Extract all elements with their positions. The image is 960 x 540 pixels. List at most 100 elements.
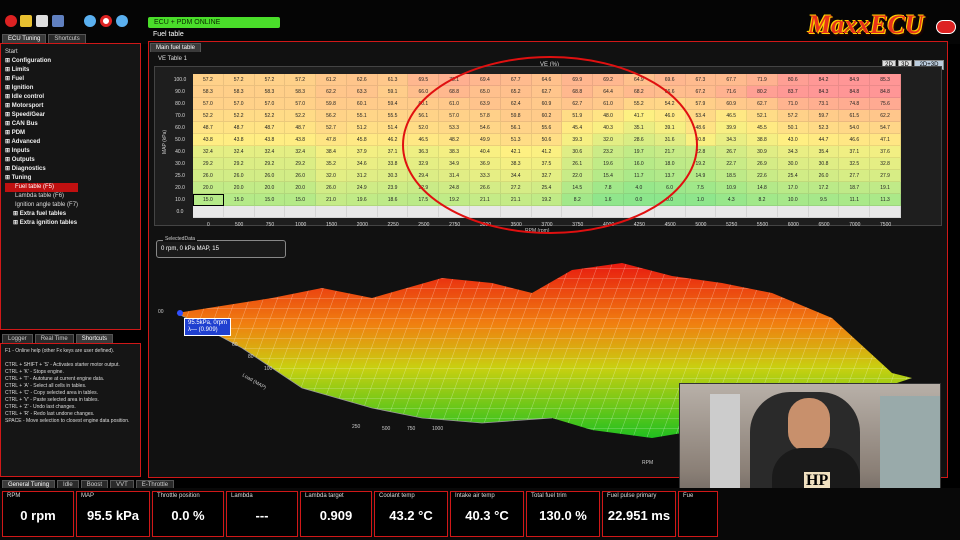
ve-cell[interactable]: 57.0: [254, 98, 286, 110]
ve-cell[interactable]: 61.5: [839, 110, 871, 122]
ve-cell[interactable]: 37.6: [870, 146, 901, 158]
tab-shortcuts[interactable]: Shortcuts: [48, 34, 86, 43]
ve-cell[interactable]: 24.9: [346, 182, 378, 194]
ve-cell[interactable]: 45.8: [346, 134, 378, 146]
ve-cell[interactable]: 62.2: [316, 86, 347, 98]
ve-cell[interactable]: 58.3: [223, 86, 255, 98]
ve-cell[interactable]: 32.4: [193, 146, 224, 158]
ve-cell[interactable]: 48.7: [223, 122, 255, 134]
tab-real-time[interactable]: Real Time: [34, 334, 74, 343]
tree-item[interactable]: Lambda table (F6): [5, 192, 78, 201]
ve-cell[interactable]: 32.4: [254, 146, 286, 158]
ve-cell[interactable]: 62.2: [870, 110, 901, 122]
ve-cell[interactable]: 84.8: [870, 86, 901, 98]
ve-cell[interactable]: 10.9: [716, 182, 748, 194]
ve-cell[interactable]: 54.7: [870, 122, 901, 134]
ve-cell[interactable]: 57.0: [285, 98, 317, 110]
ve-cell[interactable]: [808, 206, 840, 218]
ve-cell[interactable]: 39.9: [716, 122, 748, 134]
tree-item[interactable]: ⊞ Configuration: [5, 57, 78, 66]
ve-cell[interactable]: [777, 206, 809, 218]
tree-item[interactable]: ⊞ Outputs: [5, 156, 78, 165]
ve-cell[interactable]: 27.7: [839, 170, 871, 182]
ve-cell[interactable]: 29.2: [254, 158, 286, 170]
download-icon[interactable]: [116, 15, 128, 27]
ve-cell[interactable]: 80.6: [777, 74, 809, 86]
forward-icon[interactable]: [84, 15, 96, 27]
ve-cell[interactable]: 57.2: [254, 74, 286, 86]
ve-cell[interactable]: 52.1: [747, 110, 778, 122]
ve-cell[interactable]: 52.2: [285, 110, 317, 122]
ve-cell[interactable]: 59.8: [316, 98, 347, 110]
tree-item[interactable]: ⊞ PDM: [5, 129, 78, 138]
ve-cell[interactable]: 57.2: [193, 74, 224, 86]
tree-item[interactable]: Fuel table (F5): [5, 183, 79, 192]
ve-cell[interactable]: 84.2: [808, 74, 840, 86]
tab-ecu-tuning[interactable]: ECU Tuning: [2, 34, 47, 43]
ve-cell[interactable]: 43.8: [193, 134, 224, 146]
ve-cell[interactable]: 43.8: [254, 134, 286, 146]
ve-cell[interactable]: 35.4: [808, 146, 840, 158]
ve-cell[interactable]: 14.8: [747, 182, 778, 194]
ve-cell[interactable]: 37.1: [839, 146, 871, 158]
tree-item[interactable]: Ignition angle table (F7): [5, 201, 78, 210]
settings-icon[interactable]: [52, 15, 64, 27]
ve-cell[interactable]: [747, 206, 778, 218]
ve-cell[interactable]: [254, 206, 286, 218]
ve-cell[interactable]: [285, 206, 317, 218]
ve-cell[interactable]: 34.6: [346, 158, 378, 170]
ve-cell[interactable]: 38.4: [316, 146, 347, 158]
ve-cell[interactable]: 45.5: [747, 122, 778, 134]
ve-cell[interactable]: 30.8: [808, 158, 840, 170]
ve-cell[interactable]: 50.1: [777, 122, 809, 134]
ve-cell[interactable]: 46.5: [716, 110, 748, 122]
ve-cell[interactable]: 29.2: [285, 158, 317, 170]
ve-cell[interactable]: [193, 206, 224, 218]
ve-cell[interactable]: 46.6: [839, 134, 871, 146]
ve-cell[interactable]: 20.0: [223, 182, 255, 194]
ve-cell[interactable]: 51.2: [346, 122, 378, 134]
ve-cell[interactable]: 35.2: [316, 158, 347, 170]
ve-cell[interactable]: 26.0: [316, 182, 347, 194]
ve-cell[interactable]: 26.7: [716, 146, 748, 158]
ve-cell[interactable]: 15.0: [285, 194, 317, 206]
tree-item[interactable]: ⊞ Extra fuel tables: [5, 210, 78, 219]
tree-item[interactable]: ⊞ Speed/Gear: [5, 111, 78, 120]
ve-cell[interactable]: 80.2: [747, 86, 778, 98]
ve-cell[interactable]: [839, 206, 871, 218]
ve-cell[interactable]: 84.3: [808, 86, 840, 98]
ve-cell[interactable]: 26.0: [808, 170, 840, 182]
ve-cell[interactable]: 44.7: [808, 134, 840, 146]
ve-cell[interactable]: 32.0: [316, 170, 347, 182]
ve-cell[interactable]: 32.4: [223, 146, 255, 158]
ve-cell[interactable]: 52.2: [193, 110, 224, 122]
ve-cell[interactable]: 60.1: [346, 98, 378, 110]
tree-item[interactable]: ⊞ Idle control: [5, 93, 78, 102]
ve-cell[interactable]: 19.6: [346, 194, 378, 206]
ve-cell[interactable]: 56.2: [316, 110, 347, 122]
ve-cell[interactable]: 32.5: [839, 158, 871, 170]
ve-cell[interactable]: 57.2: [223, 74, 255, 86]
ve-cell[interactable]: 61.2: [316, 74, 347, 86]
ve-cell[interactable]: 74.8: [839, 98, 871, 110]
ve-cell[interactable]: 52.2: [254, 110, 286, 122]
tab-shortcuts[interactable]: Shortcuts: [75, 334, 114, 343]
ve-cell[interactable]: 43.8: [223, 134, 255, 146]
ve-cell[interactable]: [316, 206, 347, 218]
ve-cell[interactable]: 11.3: [870, 194, 901, 206]
tree-item[interactable]: ⊞ Inputs: [5, 147, 78, 156]
tree-item[interactable]: ⊞ Tuning: [5, 174, 78, 183]
ve-cell[interactable]: 85.3: [870, 74, 901, 86]
ve-cell[interactable]: 21.0: [316, 194, 347, 206]
tree-item[interactable]: ⊞ Diagnostics: [5, 165, 78, 174]
ve-cell[interactable]: 58.3: [193, 86, 224, 98]
ve-cell[interactable]: 26.0: [285, 170, 317, 182]
ve-cell[interactable]: [716, 206, 748, 218]
ve-cell[interactable]: 34.3: [777, 146, 809, 158]
ve-cell[interactable]: 43.0: [777, 134, 809, 146]
ve-cell[interactable]: 20.0: [254, 182, 286, 194]
ve-cell[interactable]: 19.1: [870, 182, 901, 194]
tree-item[interactable]: ⊞ Limits: [5, 66, 78, 75]
ve-cell[interactable]: 57.0: [193, 98, 224, 110]
ve-cell[interactable]: 17.2: [808, 182, 840, 194]
